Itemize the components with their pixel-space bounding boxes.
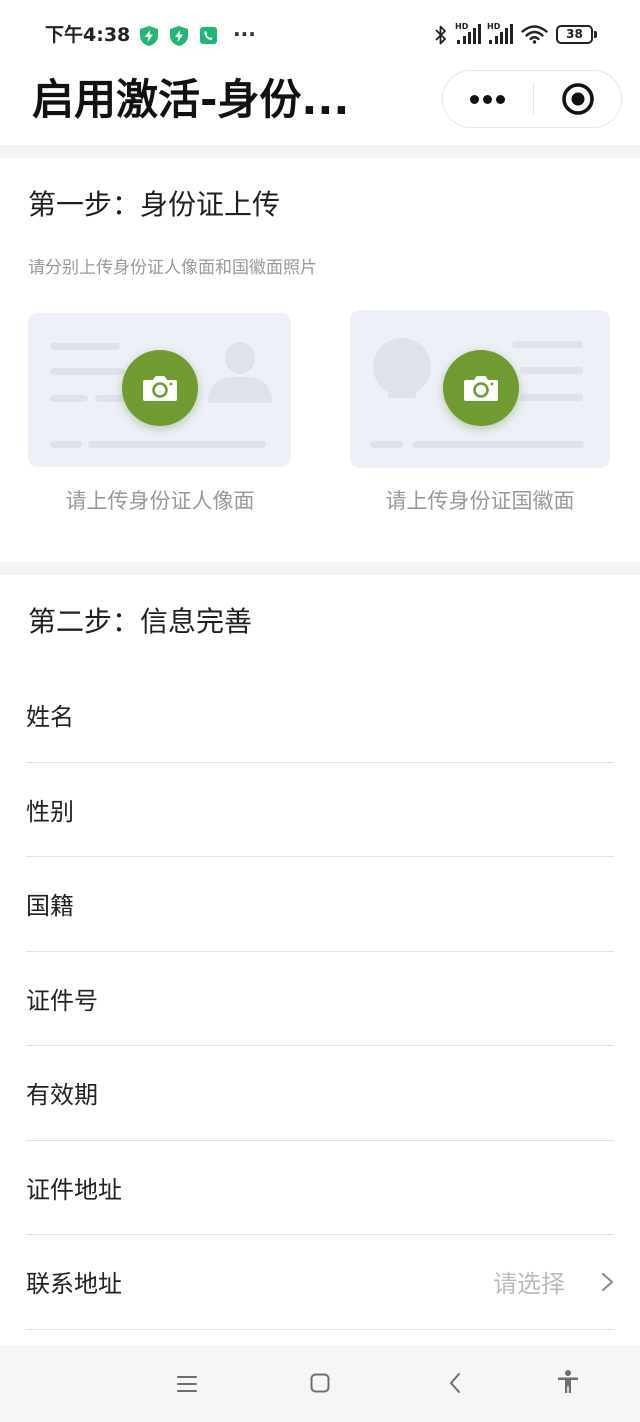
field-row-name[interactable]: 姓名 <box>26 668 614 763</box>
signal-tag: HD <box>455 22 469 31</box>
emblem-ribbon-placeholder <box>388 390 416 398</box>
field-row-nationality[interactable]: 国籍 <box>26 857 614 952</box>
menu-icon[interactable] <box>176 1375 198 1393</box>
card-placeholder-line <box>412 441 584 448</box>
chevron-right-icon <box>602 1272 613 1291</box>
more-dots-icon <box>470 95 505 104</box>
field-row-id-address[interactable]: 证件地址 <box>26 1141 614 1235</box>
address-picker-placeholder[interactable]: 请选择 <box>493 1264 565 1299</box>
shield-bolt-icon <box>140 26 158 46</box>
camera-button[interactable] <box>122 350 198 426</box>
system-nav-bar <box>0 1345 640 1422</box>
field-label: 国籍 <box>26 892 74 921</box>
miniprogram-capsule <box>442 70 622 128</box>
accessibility-icon[interactable] <box>555 1369 581 1395</box>
field-label: 证件地址 <box>26 1175 122 1204</box>
phone-icon <box>200 27 217 44</box>
signal-icon: HD <box>487 23 514 45</box>
more-button[interactable] <box>443 71 533 127</box>
card-placeholder-line <box>50 343 120 350</box>
emblem-placeholder <box>373 338 431 396</box>
close-target-icon <box>562 83 594 115</box>
step2-title: 第二步：信息完善 <box>28 605 253 638</box>
home-square-icon[interactable] <box>310 1373 330 1393</box>
avatar-silhouette-head <box>225 342 255 374</box>
shield-bolt-icon <box>170 26 188 46</box>
card-placeholder-line <box>95 395 125 402</box>
status-bar: 下午4:38 ··· HD HD 38 <box>0 0 640 68</box>
card-placeholder-line <box>520 394 583 401</box>
card-placeholder-line <box>50 368 125 375</box>
field-label: 证件号 <box>26 986 98 1015</box>
field-row-gender[interactable]: 性别 <box>26 763 614 857</box>
back-icon[interactable] <box>448 1372 462 1394</box>
status-overflow: ··· <box>233 22 256 46</box>
field-row-validity[interactable]: 有效期 <box>26 1046 614 1141</box>
card-placeholder-line <box>88 441 266 448</box>
battery-nub <box>594 31 597 38</box>
field-label: 性别 <box>26 797 74 826</box>
card-placeholder-line <box>370 441 403 448</box>
card-placeholder-line <box>512 341 583 348</box>
avatar-silhouette-body <box>208 377 272 403</box>
section-separator <box>0 562 640 575</box>
battery-icon: 38 <box>556 25 593 44</box>
section-separator <box>0 145 640 158</box>
camera-icon <box>143 376 177 401</box>
wifi-icon <box>521 25 548 44</box>
card-placeholder-line <box>50 441 82 448</box>
step1-hint: 请分别上传身份证人像面和国徽面照片 <box>28 258 317 278</box>
upload-label-portrait: 请上传身份证人像面 <box>65 489 255 513</box>
camera-button[interactable] <box>443 350 519 426</box>
card-placeholder-line <box>520 367 583 374</box>
field-row-id-number[interactable]: 证件号 <box>26 952 614 1046</box>
upload-label-emblem: 请上传身份证国徽面 <box>385 489 575 513</box>
info-form: 姓名 性别 国籍 证件号 有效期 证件地址 联系地址 请选择 <box>26 668 614 1330</box>
signal-tag: HD <box>487 22 501 31</box>
field-label: 姓名 <box>26 703 74 732</box>
close-button[interactable] <box>534 71 622 127</box>
field-label: 联系地址 <box>26 1270 122 1299</box>
status-time: 下午4:38 <box>45 24 131 46</box>
field-row-contact-address[interactable]: 联系地址 请选择 <box>26 1235 614 1330</box>
bluetooth-icon <box>435 25 446 45</box>
upload-card-emblem[interactable] <box>350 310 610 468</box>
upload-card-portrait[interactable] <box>28 313 291 467</box>
card-placeholder-line <box>50 395 88 402</box>
camera-icon <box>464 376 498 401</box>
step1-title: 第一步：身份证上传 <box>28 188 281 221</box>
page-title: 启用激活-身份... <box>32 75 350 124</box>
signal-icon: HD <box>455 23 482 45</box>
field-label: 有效期 <box>26 1081 98 1110</box>
